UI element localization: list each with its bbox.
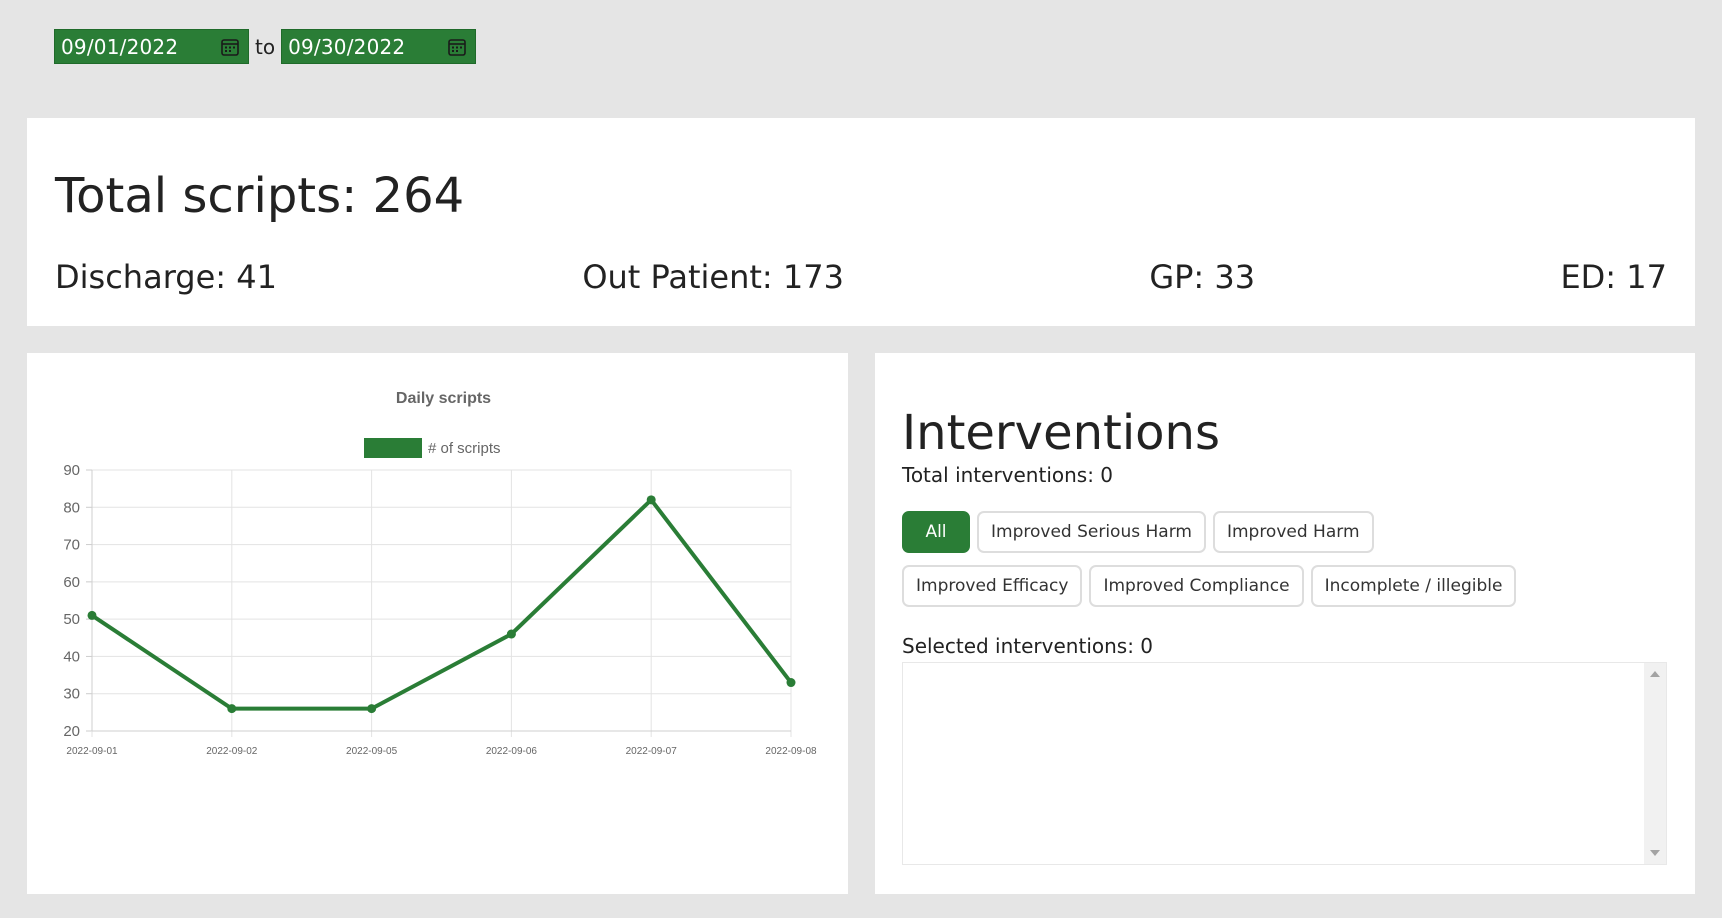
stat-gp: GP: 33 (1149, 258, 1256, 296)
date-range: 09/01/2022 to 09/30/2022 (54, 29, 477, 64)
calendar-icon[interactable] (220, 37, 240, 57)
y-tick-label: 80 (63, 499, 80, 516)
filter-all-button[interactable]: All (902, 511, 970, 553)
y-tick-label: 20 (63, 723, 80, 740)
daily-scripts-chart: Daily scripts # of scripts 20 30 40 50 60 70 80 9… (63, 390, 817, 757)
y-tick-label: 70 (63, 537, 80, 554)
x-tick-label: 2022-09-05 (346, 746, 398, 757)
chart-title: Daily scripts (396, 390, 491, 407)
x-tick-label: 2022-09-01 (66, 746, 118, 757)
total-interventions: Total interventions: 0 (902, 463, 1114, 487)
end-date-value: 09/30/2022 (288, 34, 406, 59)
date-separator: to (255, 34, 276, 59)
x-tick-label: 2022-09-08 (765, 746, 817, 757)
scripts-summary-card: Total scripts: 264 Discharge: 41 Out Pat… (27, 118, 1695, 326)
y-tick-label: 30 (63, 686, 80, 703)
filter-improved-harm-button[interactable]: Improved Harm (1212, 511, 1374, 553)
total-scripts: Total scripts: 264 (55, 168, 465, 224)
x-tick-label: 2022-09-02 (206, 746, 258, 757)
scroll-down-icon[interactable] (1650, 850, 1660, 856)
end-date-input[interactable]: 09/30/2022 (281, 29, 477, 64)
x-tick-label: 2022-09-07 (626, 746, 678, 757)
data-point (87, 610, 97, 620)
filter-improved-serious-harm-button[interactable]: Improved Serious Harm (977, 511, 1206, 553)
interventions-card: Interventions Total interventions: 0 All… (875, 353, 1695, 894)
scroll-up-icon[interactable] (1650, 671, 1660, 677)
filter-improved-compliance-button[interactable]: Improved Compliance (1089, 565, 1304, 607)
series-line-scripts (90, 496, 793, 711)
scripts-breakdown: Discharge: 41 Out Patient: 173 GP: 33 ED… (55, 258, 1667, 296)
start-date-value: 09/01/2022 (61, 34, 179, 59)
y-tick-label: 90 (63, 462, 80, 479)
y-tick-label: 60 (63, 574, 80, 591)
daily-scripts-chart-card: Daily scripts # of scripts 20 30 40 50 60 70 80 9… (27, 353, 848, 894)
selected-interventions-label: Selected interventions: 0 (902, 634, 1154, 658)
scrollbar[interactable] (1644, 663, 1666, 864)
x-tick-label: 2022-09-06 (486, 746, 538, 757)
selected-interventions-list[interactable] (902, 662, 1667, 865)
legend-swatch (364, 438, 422, 458)
data-point (506, 629, 516, 639)
y-tick-label: 40 (63, 648, 80, 665)
filter-incomplete-illegible-button[interactable]: Incomplete / illegible (1310, 565, 1517, 607)
y-tick-label: 50 (63, 611, 80, 628)
calendar-icon[interactable] (447, 37, 467, 57)
intervention-filters: All Improved Serious Harm Improved Harm … (902, 511, 1522, 607)
interventions-title: Interventions (902, 405, 1220, 461)
legend-label: # of scripts (428, 440, 501, 457)
stat-ed: ED: 17 (1560, 258, 1667, 296)
data-point (786, 678, 796, 688)
stat-discharge: Discharge: 41 (55, 258, 277, 296)
data-point (646, 495, 656, 505)
filter-improved-efficacy-button[interactable]: Improved Efficacy (902, 565, 1083, 607)
start-date-input[interactable]: 09/01/2022 (54, 29, 249, 64)
stat-out-patient: Out Patient: 173 (582, 258, 844, 296)
data-point (367, 704, 377, 714)
data-point (227, 704, 237, 714)
